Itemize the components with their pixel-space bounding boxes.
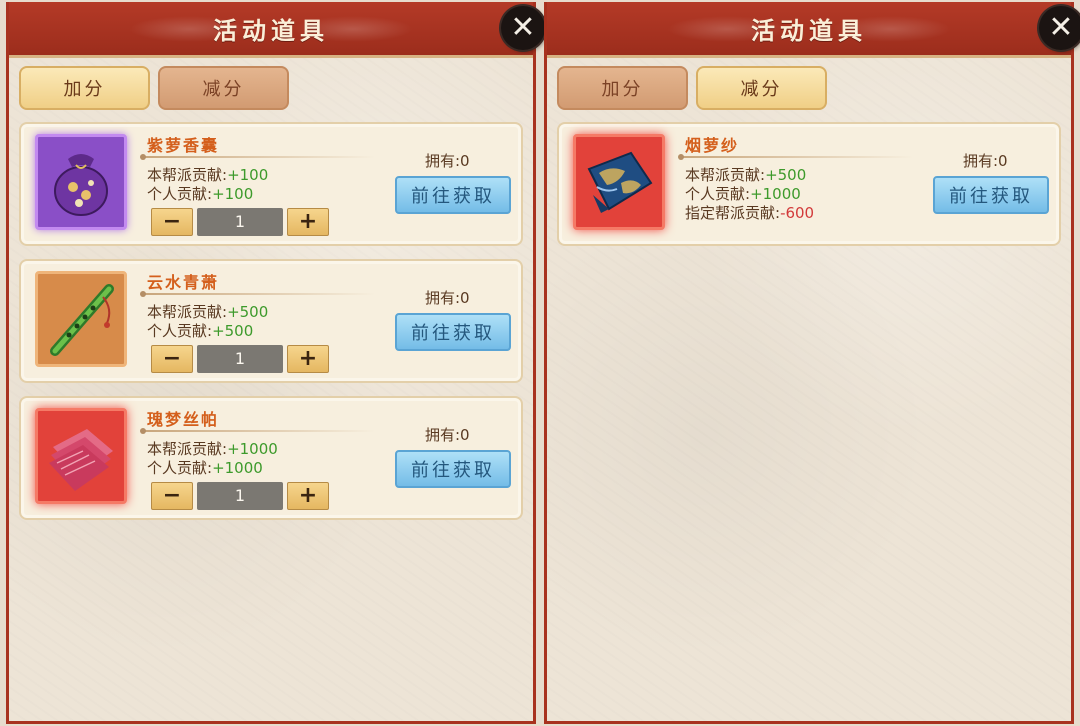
personal-contribution: 个人贡献:+1000 [685, 185, 801, 203]
guild-contribution: 本帮派贡献:+500 [147, 303, 269, 321]
item-name: 烟萝纱 [685, 136, 740, 155]
owned-count: 拥有:0 [425, 152, 470, 170]
minus-button[interactable]: − [151, 482, 193, 510]
personal-contribution: 个人贡献:+500 [147, 322, 254, 340]
tab-bar: 加分 减分 [557, 66, 827, 110]
right-panel: 活动道具 ✕ 加分 减分 烟萝纱 本帮派贡献:+500 个人贡献:+1000 指… [544, 2, 1080, 724]
divider [140, 428, 375, 434]
plus-button[interactable]: + [287, 345, 329, 373]
pink-silk-handkerchief-icon [35, 408, 127, 504]
panel-title: 活动道具 [213, 17, 329, 45]
green-flute-icon [35, 271, 127, 367]
go-acquire-button[interactable]: 前往获取 [395, 176, 511, 214]
divider [140, 291, 375, 297]
item-card: 云水青萧 本帮派贡献:+500 个人贡献:+500 − 1 + 拥有:0 前往获… [19, 259, 523, 383]
tab-add-points[interactable]: 加分 [557, 66, 688, 110]
owned-count: 拥有:0 [425, 289, 470, 307]
left-panel: 活动道具 ✕ 加分 减分 紫萝香囊 本帮派贡献:+100 个人贡献:+100 −… [6, 2, 545, 724]
go-acquire-button[interactable]: 前往获取 [933, 176, 1049, 214]
item-card: 烟萝纱 本帮派贡献:+500 个人贡献:+1000 指定帮派贡献:-600 拥有… [557, 122, 1061, 246]
guild-contribution: 本帮派贡献:+100 [147, 166, 269, 184]
purple-sachet-icon [35, 134, 127, 230]
tab-bar: 加分 减分 [19, 66, 289, 110]
plus-button[interactable]: + [287, 208, 329, 236]
close-icon[interactable]: ✕ [501, 6, 545, 50]
tab-add-points[interactable]: 加分 [19, 66, 150, 110]
quantity-value[interactable]: 1 [197, 482, 283, 510]
quantity-stepper: − 1 + [151, 482, 329, 510]
owned-count: 拥有:0 [425, 426, 470, 444]
minus-button[interactable]: − [151, 208, 193, 236]
guild-contribution: 本帮派贡献:+500 [685, 166, 807, 184]
panel-header: 活动道具 [9, 2, 533, 58]
close-icon[interactable]: ✕ [1039, 6, 1080, 50]
item-card: 紫萝香囊 本帮派贡献:+100 个人贡献:+100 − 1 + 拥有:0 前往获… [19, 122, 523, 246]
plus-button[interactable]: + [287, 482, 329, 510]
tab-subtract-points[interactable]: 减分 [696, 66, 827, 110]
target-guild-contribution: 指定帮派贡献:-600 [685, 204, 815, 222]
minus-button[interactable]: − [151, 345, 193, 373]
panel-title: 活动道具 [751, 17, 867, 45]
blue-silk-gauze-icon [573, 134, 665, 230]
panel-header: 活动道具 [547, 2, 1071, 58]
item-name: 云水青萧 [147, 273, 220, 292]
item-name: 紫萝香囊 [147, 136, 220, 155]
quantity-stepper: − 1 + [151, 208, 329, 236]
personal-contribution: 个人贡献:+100 [147, 185, 254, 203]
guild-contribution: 本帮派贡献:+1000 [147, 440, 278, 458]
quantity-value[interactable]: 1 [197, 208, 283, 236]
divider [140, 154, 375, 160]
item-card: 瑰梦丝帕 本帮派贡献:+1000 个人贡献:+1000 − 1 + 拥有:0 前… [19, 396, 523, 520]
tab-subtract-points[interactable]: 减分 [158, 66, 289, 110]
go-acquire-button[interactable]: 前往获取 [395, 313, 511, 351]
personal-contribution: 个人贡献:+1000 [147, 459, 263, 477]
quantity-stepper: − 1 + [151, 345, 329, 373]
item-name: 瑰梦丝帕 [147, 410, 220, 429]
divider [678, 154, 913, 160]
quantity-value[interactable]: 1 [197, 345, 283, 373]
go-acquire-button[interactable]: 前往获取 [395, 450, 511, 488]
owned-count: 拥有:0 [963, 152, 1008, 170]
